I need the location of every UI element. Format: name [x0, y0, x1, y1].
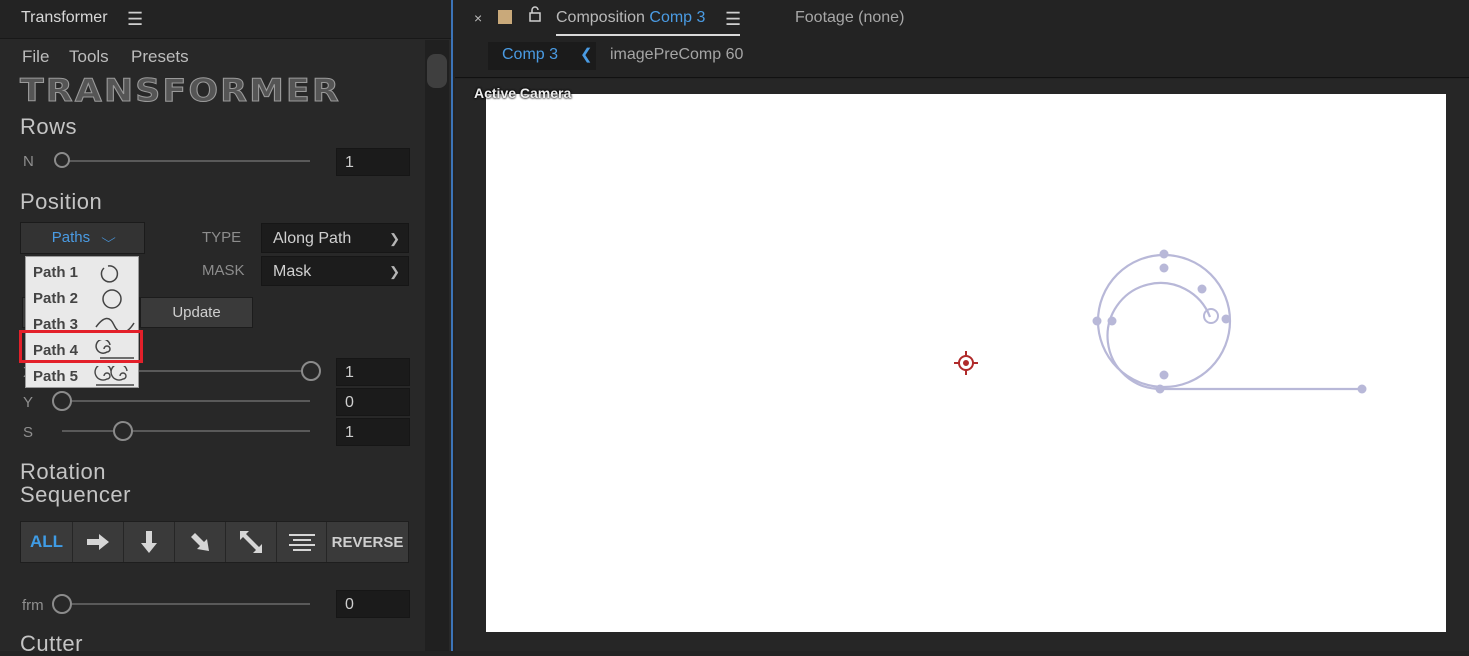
chevron-down-icon: ❯	[389, 231, 400, 246]
menu-tools[interactable]: Tools	[69, 47, 109, 67]
cutter-heading: Cutter	[20, 631, 83, 656]
s-value-field[interactable]: 1	[336, 418, 410, 446]
path-dropdown-list: Path 1 Path 2 Path 3 Path 4 Path 5	[25, 256, 139, 388]
arrow-expand-icon	[240, 531, 262, 553]
panel-menu-icon[interactable]: ☰	[127, 9, 143, 30]
breadcrumb-comp3[interactable]: Comp 3	[502, 46, 558, 64]
open-circle-path-icon	[100, 265, 119, 283]
sequencer-heading: Sequencer	[20, 482, 131, 507]
composition-canvas[interactable]	[486, 94, 1446, 632]
path-4-highlight	[19, 330, 143, 363]
panel-divider	[451, 0, 453, 651]
path-option-2[interactable]: Path 2	[26, 286, 138, 312]
composition-menu-icon[interactable]: ☰	[725, 9, 741, 30]
x-slider-knob[interactable]	[301, 361, 321, 381]
mask-select[interactable]: Mask ❯	[261, 256, 409, 286]
y-slider-track[interactable]	[62, 400, 310, 402]
path-option-1[interactable]: Path 1	[26, 260, 138, 286]
seq-expand-button[interactable]	[226, 522, 277, 562]
y-value-field[interactable]: 0	[336, 388, 410, 416]
n-slider-track[interactable]	[62, 160, 310, 162]
double-spiral-path-icon	[94, 366, 134, 386]
composition-tab-name: Comp 3	[649, 9, 706, 26]
path-vertex[interactable]	[1357, 384, 1367, 394]
n-slider-knob[interactable]	[54, 152, 70, 168]
s-slider-track[interactable]	[62, 430, 310, 432]
frm-value-field[interactable]: 0	[336, 590, 410, 618]
chevron-down-icon: ❯	[389, 264, 400, 279]
menu-presets[interactable]: Presets	[131, 47, 189, 67]
frm-slider-knob[interactable]	[52, 594, 72, 614]
s-slider-knob[interactable]	[113, 421, 133, 441]
n-label: N	[23, 153, 34, 170]
y-slider-knob[interactable]	[52, 391, 72, 411]
seq-down-button[interactable]	[124, 522, 175, 562]
paths-button-label: Paths	[51, 229, 91, 246]
path-vertex[interactable]	[1155, 384, 1165, 394]
circle-path-icon	[102, 289, 122, 309]
path-vertex[interactable]	[1197, 284, 1207, 294]
y-label: Y	[23, 394, 34, 411]
update-button[interactable]: Update	[140, 297, 253, 328]
path-vertex[interactable]	[1092, 316, 1102, 326]
active-tab-underline	[556, 34, 740, 36]
anchor-point-icon[interactable]	[954, 351, 978, 375]
path-option-label: Path 5	[33, 368, 79, 385]
composition-tab[interactable]: Composition Comp 3	[556, 9, 705, 27]
breadcrumb-bar	[455, 38, 1469, 78]
frm-slider-track[interactable]	[62, 603, 310, 605]
path-vertex[interactable]	[1221, 314, 1231, 324]
type-label: TYPE	[202, 229, 242, 246]
rows-heading: Rows	[20, 114, 78, 139]
path-overlay	[954, 249, 1367, 394]
seq-all-button[interactable]: ALL	[21, 522, 73, 562]
mask-label: MASK	[202, 262, 245, 279]
seq-reverse-button[interactable]: REVERSE	[327, 522, 408, 562]
x-value-field[interactable]: 1	[336, 358, 410, 386]
seq-diagonal-button[interactable]	[175, 522, 226, 562]
transformer-logo: TRANSFORMER	[19, 73, 341, 109]
mask-select-value: Mask	[273, 263, 312, 280]
lock-icon[interactable]	[528, 6, 542, 22]
footage-tab[interactable]: Footage (none)	[795, 9, 904, 27]
path-vertex[interactable]	[1159, 249, 1169, 259]
panel-scroll-thumb[interactable]	[427, 54, 447, 88]
composition-tab-prefix: Composition	[556, 9, 645, 26]
sequencer-button-bar: ALL REVERSE	[20, 521, 409, 563]
rotation-heading: Rotation	[20, 459, 106, 484]
seq-center-button[interactable]	[277, 522, 327, 562]
path-vertex[interactable]	[1107, 316, 1117, 326]
comp-color-swatch	[498, 10, 512, 24]
position-heading: Position	[20, 189, 103, 214]
align-center-icon	[288, 534, 315, 551]
inner-spiral-path	[1106, 281, 1212, 391]
frm-label: frm	[22, 597, 44, 614]
paths-dropdown-button[interactable]: Paths ⌵	[20, 222, 145, 254]
active-camera-label: Active Camera	[474, 85, 572, 101]
type-select-value: Along Path	[273, 230, 352, 247]
menu-file[interactable]: File	[22, 47, 49, 67]
path-option-5[interactable]: Path 5	[26, 364, 138, 390]
path-option-label: Path 1	[33, 264, 79, 281]
s-label: S	[23, 424, 34, 441]
arrow-right-icon	[87, 534, 109, 550]
type-select[interactable]: Along Path ❯	[261, 223, 409, 253]
arrow-down-icon	[141, 531, 157, 553]
path-option-label: Path 2	[33, 290, 79, 307]
chevron-down-icon: ⌵	[101, 231, 116, 245]
panel-title: Transformer	[21, 9, 108, 26]
close-tab-icon[interactable]: ×	[474, 10, 482, 26]
path-start-marker[interactable]	[1203, 308, 1219, 324]
panel-scrollbar[interactable]	[425, 40, 449, 651]
path-vertex[interactable]	[1159, 370, 1169, 380]
breadcrumb-arrow-icon: ❮	[580, 46, 593, 63]
n-value-field[interactable]: 1	[336, 148, 410, 176]
breadcrumb-precomp[interactable]: imagePreComp 60	[610, 46, 743, 64]
path-vertex[interactable]	[1159, 263, 1169, 273]
arrow-down-right-icon	[191, 533, 209, 551]
seq-right-button[interactable]	[73, 522, 124, 562]
